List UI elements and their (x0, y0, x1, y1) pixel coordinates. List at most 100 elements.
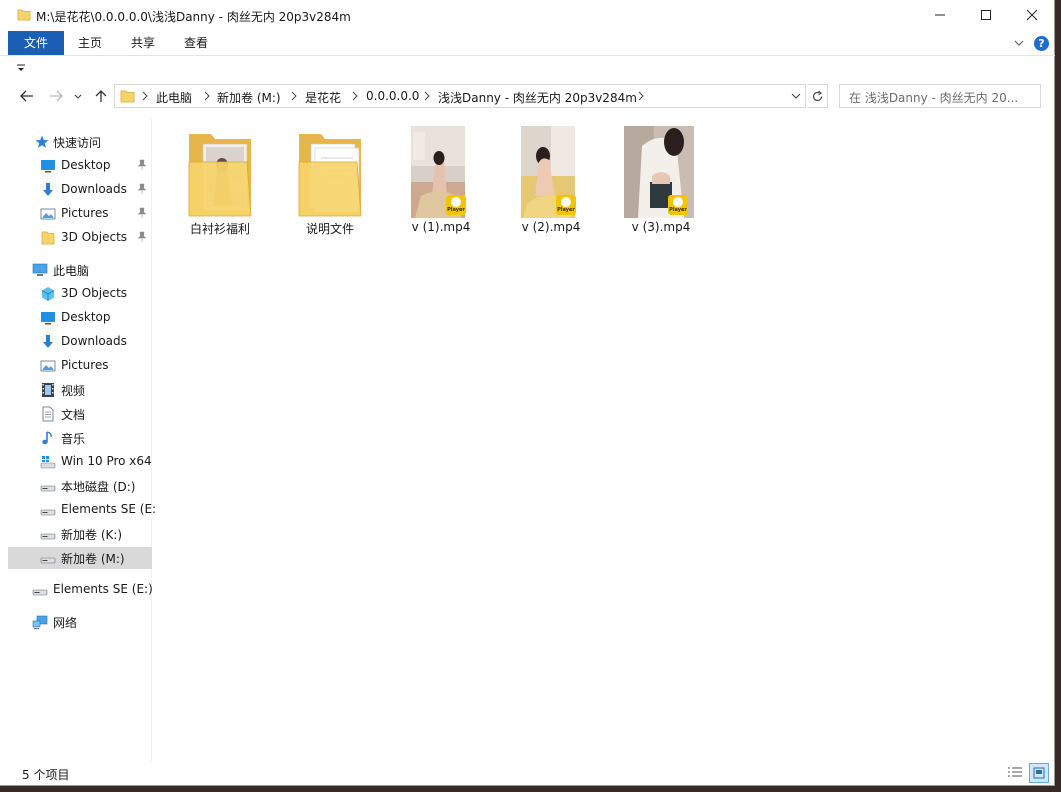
tab-home[interactable]: 主页 (66, 31, 114, 55)
file-item-video[interactable]: Player v (1).mp4 (396, 122, 486, 234)
navigation-row: 此电脑 新加卷 (M:) 是花花 0.0.0.0.0 浅浅Danny - 肉丝无… (0, 81, 1055, 112)
nav-label: Desktop (61, 310, 111, 324)
drive-icon (32, 589, 48, 596)
nav-item-pictures[interactable]: Pictures (8, 203, 152, 225)
address-bar[interactable]: 此电脑 新加卷 (M:) 是花花 0.0.0.0.0 浅浅Danny - 肉丝无… (114, 84, 806, 108)
customize-toolbar-icon[interactable] (16, 62, 26, 74)
file-item-video[interactable]: Player v (2).mp4 (506, 122, 596, 234)
breadcrumb-folder-2[interactable]: 0.0.0.0.0 (366, 89, 419, 103)
nav-item-drive-e[interactable]: Elements SE (E: (8, 499, 156, 521)
nav-this-pc[interactable]: 此电脑 (8, 259, 152, 281)
nav-item-desktop[interactable]: Desktop (8, 155, 152, 177)
file-name: v (2).mp4 (521, 220, 581, 234)
folder-icon (120, 90, 135, 103)
pin-icon[interactable] (137, 159, 147, 171)
nav-label: 本地磁盘 (D:) (61, 480, 136, 494)
ribbon-tabs: 文件 主页 共享 查看 ? (0, 31, 1055, 56)
desktop-icon (41, 312, 55, 325)
quick-access-toolbar (0, 57, 1055, 79)
nav-label: 快速访问 (53, 136, 102, 150)
forward-arrow-icon[interactable] (47, 87, 65, 105)
file-name: 白衬衫福利 (189, 222, 250, 236)
maximize-button[interactable] (963, 0, 1009, 31)
up-arrow-icon[interactable] (92, 87, 110, 105)
search-placeholder: 在 浅浅Danny - 肉丝无内 20... (849, 91, 1019, 105)
tab-file[interactable]: 文件 (8, 31, 64, 55)
details-view-icon[interactable] (1006, 765, 1024, 781)
nav-item-drive-m[interactable]: 新加卷 (M:) (8, 547, 152, 569)
nav-label: Pictures (61, 206, 109, 220)
nav-label: Downloads (61, 182, 127, 196)
nav-item-pictures-pc[interactable]: Pictures (8, 355, 152, 377)
chevron-right-icon[interactable] (290, 90, 298, 102)
pictures-icon (40, 360, 56, 372)
file-item-video[interactable]: Player v (3).mp4 (616, 122, 706, 234)
nav-external-drive-e[interactable]: Elements SE (E:) (8, 579, 153, 601)
recent-locations-icon[interactable] (72, 87, 84, 105)
close-button[interactable] (1009, 0, 1055, 31)
address-dropdown-icon[interactable] (791, 92, 801, 100)
chevron-right-icon[interactable] (637, 90, 645, 102)
videos-icon (42, 383, 54, 397)
explorer-window: M:\是花花\0.0.0.0.0\浅浅Danny - 肉丝无内 20p3v284… (0, 0, 1055, 786)
nav-item-3d-objects-quick[interactable]: 3D Objects (8, 227, 152, 249)
nav-item-documents[interactable]: 文档 (8, 403, 152, 425)
nav-item-system-drive[interactable]: Win 10 Pro x64 (8, 451, 152, 473)
nav-item-videos[interactable]: 视频 (8, 379, 152, 401)
player-badge-text: Player (447, 207, 465, 213)
file-name: 说明文件 (305, 222, 354, 236)
pin-icon[interactable] (137, 183, 147, 195)
tab-share[interactable]: 共享 (119, 31, 167, 55)
drive-icon (40, 557, 56, 564)
large-icons-view-icon (1033, 767, 1045, 779)
chevron-right-icon[interactable] (423, 90, 431, 102)
refresh-icon (812, 90, 823, 102)
nav-item-3d-objects[interactable]: 3D Objects (8, 283, 152, 305)
pin-icon[interactable] (137, 207, 147, 219)
nav-quick-access[interactable]: 快速访问 (8, 131, 152, 153)
expand-ribbon-icon[interactable] (1013, 37, 1025, 49)
nav-item-music[interactable]: 音乐 (8, 427, 152, 449)
nav-label: Elements SE (E: (61, 502, 157, 516)
refresh-button[interactable] (808, 84, 828, 108)
back-arrow-icon[interactable] (18, 87, 36, 105)
chevron-right-icon[interactable] (351, 90, 359, 102)
item-count: 5 个项目 (22, 768, 70, 782)
nav-label: 新加卷 (K:) (61, 528, 123, 542)
large-icons-view-button[interactable] (1029, 763, 1049, 783)
player-badge-text: Player (669, 207, 687, 213)
chevron-right-icon[interactable] (203, 90, 211, 102)
pictures-icon (40, 208, 56, 220)
nav-item-drive-d[interactable]: 本地磁盘 (D:) (8, 475, 152, 497)
nav-label: Pictures (61, 358, 109, 372)
nav-label: 文档 (61, 408, 86, 422)
star-icon (35, 135, 49, 148)
file-item-folder-photos[interactable]: 白衬衫福利 (175, 122, 265, 236)
status-bar: 5 个项目 (0, 762, 1055, 786)
breadcrumb-this-pc[interactable]: 此电脑 (156, 89, 192, 106)
breadcrumb-drive-m[interactable]: 新加卷 (M:) (217, 89, 281, 106)
title-bar: M:\是花花\0.0.0.0.0\浅浅Danny - 肉丝无内 20p3v284… (0, 0, 1055, 31)
player-badge: Player (556, 195, 576, 215)
breadcrumb-folder-1[interactable]: 是花花 (305, 89, 341, 106)
tab-view[interactable]: 查看 (172, 31, 220, 55)
help-button[interactable]: ? (1034, 36, 1049, 51)
nav-label: 视频 (61, 384, 86, 398)
system-drive-icon (40, 456, 56, 469)
chevron-right-icon[interactable] (141, 90, 149, 102)
nav-label: 此电脑 (53, 264, 90, 278)
search-input[interactable]: 在 浅浅Danny - 肉丝无内 20... (839, 84, 1041, 108)
nav-network[interactable]: 网络 (8, 611, 152, 633)
nav-item-desktop-pc[interactable]: Desktop (8, 307, 152, 329)
nav-label: 3D Objects (61, 286, 128, 300)
file-name: v (1).mp4 (411, 220, 471, 234)
breadcrumb-current-folder[interactable]: 浅浅Danny - 肉丝无内 20p3v284m (438, 89, 637, 106)
file-item-folder-docs[interactable]: 说明文件 (285, 122, 375, 236)
drive-icon (40, 509, 56, 516)
player-badge: Player (446, 195, 466, 215)
nav-item-drive-k[interactable]: 新加卷 (K:) (8, 523, 152, 545)
nav-item-downloads-pc[interactable]: Downloads (8, 331, 152, 353)
nav-item-downloads[interactable]: Downloads (8, 179, 152, 201)
pin-icon[interactable] (137, 231, 147, 243)
minimize-button[interactable] (917, 0, 963, 31)
